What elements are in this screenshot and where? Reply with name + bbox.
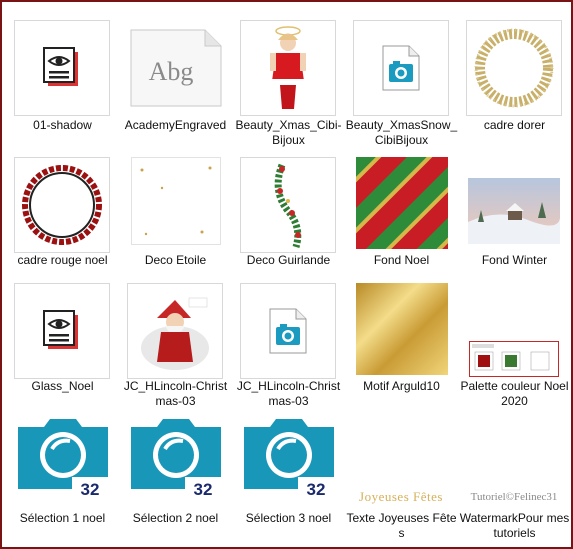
size-badge: 32 (81, 480, 100, 499)
photo-file-icon (240, 283, 336, 379)
file-label: cadre rouge noel (17, 253, 108, 267)
file-label: Deco Etoile (144, 253, 207, 267)
file-label: cadre dorer (483, 118, 546, 132)
watermark-image: Tutoriel©Felinec31 (466, 485, 562, 509)
photo-file-icon (353, 20, 449, 116)
file-label: Texte Joyeuses Fêtes (346, 511, 457, 540)
text-image: Joyeuses Fêtes (353, 485, 449, 509)
file-label: AcademyEngraved (124, 118, 227, 132)
file-browser-window: 01-shadow Abg AcademyEngraved Beauty_Xma… (0, 0, 573, 549)
size-badge: 32 (307, 480, 326, 499)
selection-icon: 32 (129, 415, 223, 501)
file-label: Deco Guirlande (246, 253, 331, 267)
file-label: Sélection 3 noel (245, 511, 332, 525)
document-eye-icon (14, 283, 110, 379)
thumb-text: Tutoriel©Felinec31 (470, 491, 558, 503)
striped-background-image (356, 157, 448, 249)
file-label: Sélection 2 noel (132, 511, 219, 525)
winter-landscape-image (466, 177, 562, 245)
file-label: 01-shadow (33, 118, 92, 132)
size-badge: 32 (194, 480, 213, 499)
thumb-text: Joyeuses Fêtes (359, 489, 443, 504)
gold-gradient-image (356, 283, 448, 375)
file-label: WatermarkPour mes tutoriels (459, 511, 570, 540)
font-sample: Abg (149, 57, 194, 86)
file-label: JC_HLincoln-Christmas-03 (236, 379, 341, 408)
file-label: Motif Arguld10 (363, 379, 440, 393)
gold-frame-image (466, 20, 562, 116)
file-label: JC_HLincoln-Christmas-03 (123, 379, 228, 408)
document-eye-icon (14, 20, 110, 116)
file-label: Beauty_Xmas_Cibi-Bijoux (235, 118, 342, 147)
font-file-icon: Abg (127, 20, 223, 116)
file-label: Palette couleur Noel 2020 (460, 379, 569, 408)
file-label: Beauty_XmasSnow_CibiBijoux (345, 118, 458, 147)
selection-icon: 32 (16, 415, 110, 501)
file-label: Glass_Noel (31, 379, 94, 393)
santa-claus-image (127, 283, 223, 379)
deco-stars-image (131, 157, 221, 245)
file-label: Sélection 1 noel (19, 511, 106, 525)
garland-image (240, 157, 336, 253)
red-frame-image (14, 157, 110, 253)
file-label: Fond Noel (373, 253, 430, 267)
file-label: Fond Winter (481, 253, 548, 267)
selection-icon: 32 (242, 415, 336, 501)
color-palette-image (466, 341, 562, 377)
santa-girl-image (240, 20, 336, 116)
